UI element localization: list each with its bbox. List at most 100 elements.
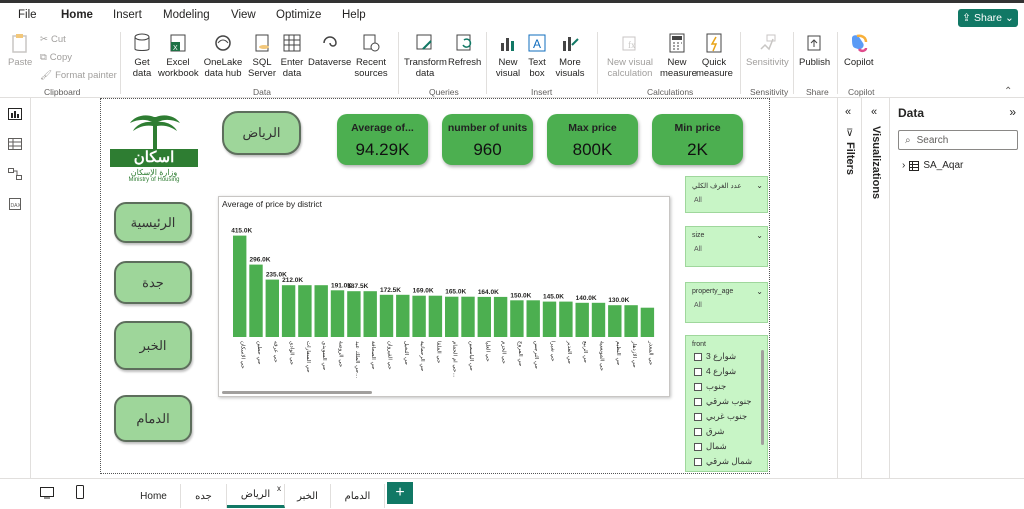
chart-bar[interactable] — [428, 295, 443, 337]
front-option[interactable]: جنوب غربي — [694, 411, 747, 422]
nav-button-jeddah[interactable]: جدة — [114, 261, 192, 304]
slicer-property-age[interactable]: property_age ⌄ All — [685, 282, 768, 323]
checkbox[interactable] — [694, 382, 702, 391]
menu-home[interactable]: Home — [61, 9, 93, 21]
excel-workbook-button[interactable]: X Excel workbook — [158, 32, 199, 79]
sql-server-button[interactable]: SQL Server — [248, 32, 276, 79]
onelake-button[interactable]: OneLake data hub — [201, 32, 245, 79]
chevron-right-icon[interactable]: › — [902, 160, 905, 171]
chart-bar[interactable] — [298, 285, 312, 337]
tab-dammam[interactable]: الدمام — [331, 484, 385, 508]
chart-horizontal-scrollbar[interactable] — [222, 391, 372, 394]
chart-bar[interactable] — [608, 305, 622, 337]
front-option[interactable]: شمال — [694, 441, 727, 452]
checkbox[interactable] — [694, 457, 702, 466]
checkbox[interactable] — [694, 427, 702, 436]
new-visual-button[interactable]: New visual — [494, 32, 522, 79]
format-painter-button[interactable]: 🖌 Format painter — [40, 70, 117, 81]
nav-button-khobar[interactable]: الخبر — [114, 321, 192, 370]
chart-bar[interactable] — [591, 302, 606, 337]
chart-bar[interactable] — [461, 296, 475, 337]
report-view-icon[interactable] — [8, 108, 22, 120]
checkbox[interactable] — [694, 397, 702, 406]
chart-bar[interactable] — [363, 291, 377, 337]
chart-bar[interactable] — [233, 235, 247, 337]
text-box-button[interactable]: A Text box — [526, 32, 548, 79]
checkbox[interactable] — [694, 442, 702, 451]
copy-button[interactable]: ⧉ Copy — [40, 52, 72, 63]
chart-bar[interactable] — [281, 285, 296, 337]
transform-data-button[interactable]: Transform data — [404, 32, 447, 79]
dataverse-button[interactable]: Dataverse — [308, 32, 351, 68]
chart-bar[interactable] — [412, 295, 426, 337]
city-title-button[interactable]: الرياض — [222, 111, 301, 155]
visualizations-label[interactable]: Visualizations — [870, 126, 882, 199]
model-view-icon[interactable] — [8, 168, 22, 180]
tab-khobar[interactable]: الخبر — [285, 484, 331, 508]
slicer-front[interactable]: front شوارع 3 شوارع 4 جنوب جنوب شرقي جنو… — [685, 335, 768, 472]
slicer-scrollbar[interactable] — [761, 350, 764, 445]
chart-bar[interactable] — [510, 300, 524, 337]
collapse-data-pane-icon[interactable]: » — [1009, 105, 1016, 119]
chart-bar[interactable] — [249, 264, 263, 337]
menu-modeling[interactable]: Modeling — [163, 9, 210, 21]
close-icon[interactable]: x — [277, 484, 281, 493]
chart-bar[interactable] — [396, 294, 410, 337]
chart-bar[interactable] — [314, 285, 328, 337]
data-search-input[interactable]: ⌕ Search — [898, 130, 1018, 150]
cut-button[interactable]: ✂ Cut — [40, 34, 66, 45]
front-option[interactable]: شمال شرقي — [694, 456, 752, 467]
checkbox[interactable] — [694, 412, 702, 421]
filters-pane[interactable]: « ⊽ Filters — [837, 98, 861, 478]
front-option[interactable]: جنوب — [694, 381, 726, 392]
menu-file[interactable]: File — [18, 9, 37, 21]
front-option[interactable]: شوارع 3 — [694, 351, 736, 362]
chart-bar[interactable] — [624, 305, 638, 337]
nav-button-home[interactable]: الرئيسية — [114, 202, 192, 243]
mobile-layout-icon[interactable] — [76, 485, 84, 499]
quick-measure-button[interactable]: Quick measure — [696, 32, 733, 79]
sensitivity-button[interactable]: Sensitivity — [746, 32, 789, 68]
refresh-button[interactable]: Refresh — [448, 32, 481, 68]
new-visual-calculation-button[interactable]: fx New visual calculation — [604, 32, 656, 79]
table-view-icon[interactable] — [8, 138, 22, 150]
chart-bar[interactable] — [477, 296, 491, 337]
get-data-button[interactable]: Get data — [126, 32, 158, 79]
tab-home[interactable]: Home — [127, 484, 181, 508]
dax-query-view-icon[interactable]: DAX — [8, 198, 22, 210]
new-measure-button[interactable]: New measure — [660, 32, 697, 79]
menu-optimize[interactable]: Optimize — [276, 9, 321, 21]
add-page-button[interactable]: + — [387, 482, 413, 504]
filters-label[interactable]: Filters — [844, 142, 856, 175]
front-option[interactable]: شوارع 4 — [694, 366, 736, 377]
chart-bar[interactable] — [347, 291, 361, 337]
expand-visualizations-icon[interactable]: « — [871, 106, 877, 118]
chart-bar[interactable] — [379, 294, 394, 337]
chevron-down-icon[interactable]: ⌄ — [756, 181, 763, 190]
front-option[interactable]: جنوب شرقي — [694, 396, 752, 407]
tab-riyadh[interactable]: الرياض x — [227, 484, 285, 508]
chart-bar[interactable] — [445, 296, 459, 337]
tab-jeddah[interactable]: جده — [181, 484, 227, 508]
chart-bar[interactable] — [493, 296, 508, 337]
desktop-layout-icon[interactable] — [40, 487, 54, 499]
expand-filters-icon[interactable]: « — [845, 106, 851, 118]
chart-bar[interactable] — [526, 300, 540, 337]
chart-bar[interactable] — [542, 301, 557, 337]
enter-data-button[interactable]: Enter data — [280, 32, 304, 79]
copilot-button[interactable]: Copilot — [844, 32, 874, 68]
nav-button-dammam[interactable]: الدمام — [114, 395, 192, 442]
menu-view[interactable]: View — [231, 9, 256, 21]
collapse-ribbon-icon[interactable]: ⌃ — [1004, 86, 1012, 97]
recent-sources-button[interactable]: Recent sources — [352, 32, 390, 79]
menu-insert[interactable]: Insert — [113, 9, 142, 21]
chevron-down-icon[interactable]: ⌄ — [756, 231, 763, 240]
chevron-down-icon[interactable]: ⌄ — [756, 287, 763, 296]
chart-bar[interactable] — [265, 279, 279, 337]
chart-bar[interactable] — [575, 302, 589, 337]
slicer-size[interactable]: size ⌄ All — [685, 226, 768, 267]
paste-button[interactable]: Paste — [8, 32, 32, 68]
slicer-rooms[interactable]: عدد الغرف الكلي ⌄ All — [685, 176, 768, 213]
chart-bar[interactable] — [330, 290, 345, 337]
visualizations-pane[interactable]: « Visualizations — [861, 98, 889, 478]
